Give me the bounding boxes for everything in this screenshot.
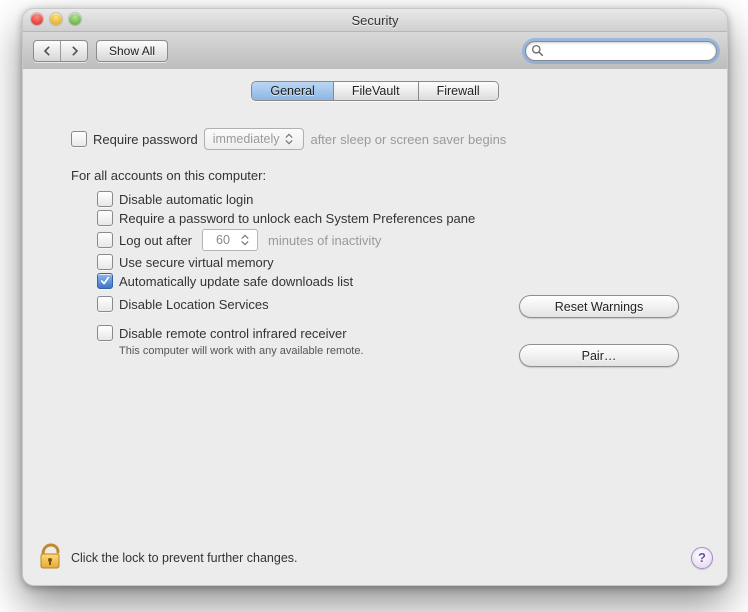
back-button[interactable] — [34, 41, 60, 61]
check-icon — [100, 276, 110, 286]
zoom-button[interactable] — [69, 13, 81, 25]
tab-bar: General FileVault Firewall — [251, 81, 498, 101]
tab-firewall[interactable]: Firewall — [418, 82, 498, 100]
window-title: Security — [352, 13, 399, 28]
help-button[interactable]: ? — [691, 547, 713, 569]
close-button[interactable] — [31, 13, 43, 25]
reset-warnings-button[interactable]: Reset Warnings — [519, 295, 679, 318]
lock-hint-text: Click the lock to prevent further change… — [71, 551, 298, 565]
require-password-checkbox[interactable] — [71, 131, 87, 147]
logout-prefix-label: Log out after — [119, 233, 192, 248]
logout-minutes-input[interactable] — [209, 232, 237, 248]
auto-safe-downloads-checkbox[interactable] — [97, 273, 113, 289]
require-pw-prefs-checkbox[interactable] — [97, 210, 113, 226]
disable-ir-checkbox[interactable] — [97, 325, 113, 341]
logout-suffix-label: minutes of inactivity — [268, 233, 381, 248]
tab-general[interactable]: General — [252, 82, 332, 100]
chevron-down-icon[interactable] — [241, 240, 249, 246]
toolbar: Show All — [23, 32, 727, 71]
disable-ir-label: Disable remote control infrared receiver — [119, 326, 347, 341]
disable-auto-login-checkbox[interactable] — [97, 191, 113, 207]
chevron-left-icon — [43, 46, 52, 56]
pair-button[interactable]: Pair… — [519, 344, 679, 367]
logout-after-checkbox[interactable] — [97, 232, 113, 248]
window: Security Show All — [22, 8, 728, 586]
secure-vm-checkbox[interactable] — [97, 254, 113, 270]
chevron-right-icon — [70, 46, 79, 56]
require-pw-prefs-label: Require a password to unlock each System… — [119, 211, 475, 226]
logout-minutes-field[interactable] — [202, 229, 258, 251]
disable-location-label: Disable Location Services — [119, 297, 269, 312]
require-password-delay-select[interactable]: immediately — [204, 128, 305, 150]
tab-filevault[interactable]: FileVault — [333, 82, 418, 100]
lock-icon[interactable] — [37, 542, 63, 573]
ir-hint-text: This computer will work with any availab… — [97, 344, 379, 358]
disable-auto-login-label: Disable automatic login — [119, 192, 253, 207]
require-password-label: Require password — [93, 132, 198, 147]
require-password-suffix: after sleep or screen saver begins — [310, 132, 506, 147]
search-input[interactable] — [525, 41, 717, 61]
accounts-section-header: For all accounts on this computer: — [71, 168, 679, 183]
titlebar: Security — [23, 9, 727, 32]
search-icon — [531, 44, 544, 57]
disable-location-checkbox[interactable] — [97, 296, 113, 312]
content-area: General FileVault Firewall Require passw… — [23, 69, 727, 585]
show-all-button[interactable]: Show All — [96, 40, 168, 62]
secure-vm-label: Use secure virtual memory — [119, 255, 274, 270]
minimize-button[interactable] — [50, 13, 62, 25]
forward-button[interactable] — [60, 41, 87, 61]
chevron-down-icon — [285, 139, 293, 145]
auto-safe-downloads-label: Automatically update safe downloads list — [119, 274, 353, 289]
